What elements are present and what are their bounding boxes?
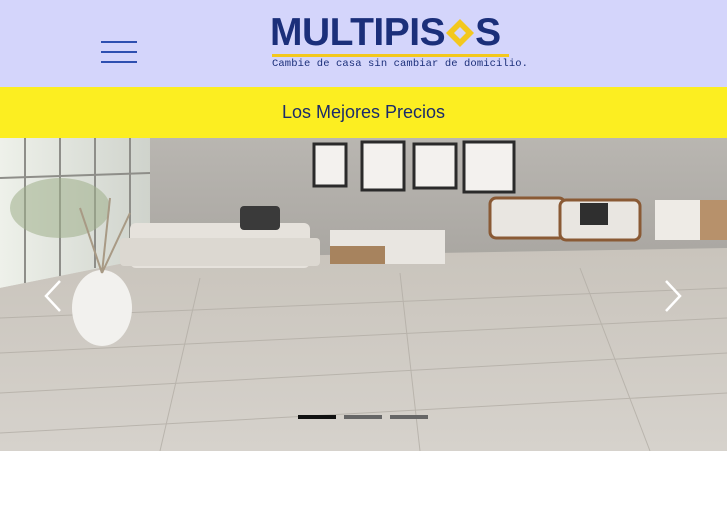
living-room-floor-photo bbox=[0, 138, 727, 451]
hero-carousel[interactable] bbox=[0, 138, 727, 451]
site-header: MULTIPIS S Cambie de casa sin cambiar de… bbox=[0, 0, 727, 87]
menu-bar bbox=[101, 61, 137, 63]
menu-bar bbox=[101, 51, 137, 53]
logo-text-part1: MULTIPIS bbox=[270, 11, 446, 54]
hamburger-menu-icon[interactable] bbox=[101, 41, 137, 65]
logo-text-part2: S bbox=[475, 11, 501, 54]
logo-wordmark: MULTIPIS S bbox=[270, 13, 501, 53]
carousel-indicator[interactable] bbox=[390, 415, 428, 419]
brand-logo[interactable]: MULTIPIS S Cambie de casa sin cambiar de… bbox=[270, 13, 528, 71]
carousel-indicator[interactable] bbox=[298, 415, 336, 419]
logo-underline bbox=[272, 54, 509, 57]
logo-tagline: Cambie de casa sin cambiar de domicilio. bbox=[272, 58, 529, 70]
promo-text: Los Mejores Precios bbox=[281, 102, 446, 122]
carousel-indicators bbox=[298, 415, 428, 419]
chevron-left-icon[interactable] bbox=[42, 279, 64, 313]
chevron-right-icon[interactable] bbox=[662, 279, 684, 313]
promo-banner: Los Mejores Precios bbox=[0, 87, 727, 138]
logo-diamond-icon bbox=[446, 19, 475, 47]
menu-bar bbox=[101, 41, 137, 43]
carousel-indicator[interactable] bbox=[344, 415, 382, 419]
